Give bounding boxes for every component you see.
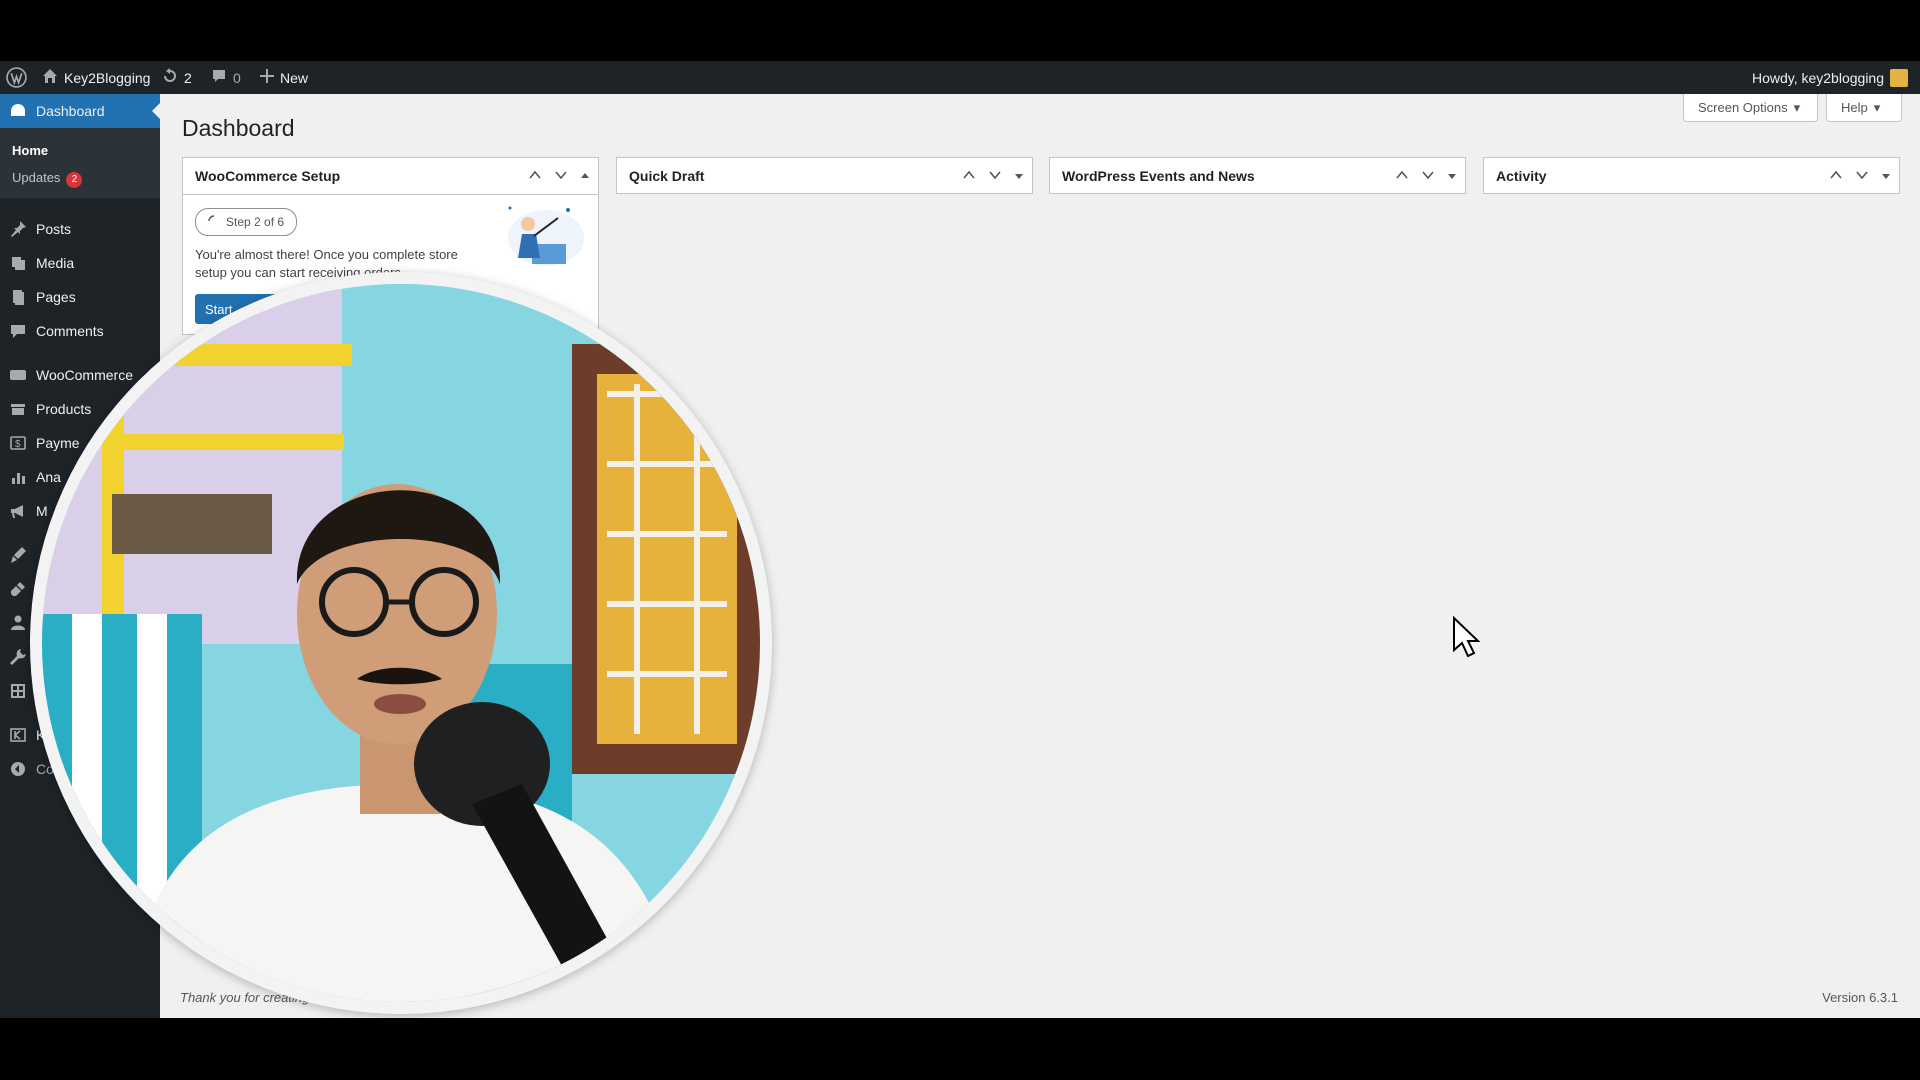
sidebar-item-label: Posts — [36, 221, 72, 237]
setup-illustration — [490, 198, 586, 275]
updates-badge: 2 — [66, 172, 83, 188]
widget-title: WordPress Events and News — [1062, 168, 1255, 184]
activity-widget: Activity — [1483, 157, 1900, 194]
sidebar-item-label: Pages — [36, 289, 76, 305]
sidebar-item-label: Payme — [36, 435, 80, 451]
move-up-icon[interactable] — [1829, 168, 1843, 185]
move-down-icon[interactable] — [1855, 168, 1869, 185]
submenu-home[interactable]: Home — [12, 143, 48, 158]
help-button[interactable]: Help ▾ — [1826, 94, 1902, 122]
woo-icon — [0, 366, 36, 384]
kadence-icon — [0, 726, 36, 744]
updates-link[interactable]: 2 — [162, 61, 192, 94]
footer-version: Version 6.3.1 — [1822, 990, 1898, 1005]
home-icon — [42, 68, 58, 87]
screen-options-button[interactable]: Screen Options ▾ — [1683, 94, 1818, 122]
widget-header: Activity — [1484, 158, 1899, 194]
move-down-icon[interactable] — [988, 168, 1002, 185]
dashboard-icon — [0, 102, 36, 120]
sidebar-item-label: Media — [36, 255, 75, 271]
products-icon — [0, 400, 36, 418]
submenu-updates[interactable]: Updates 2 — [12, 170, 83, 188]
updates-count: 2 — [184, 69, 192, 86]
sidebar-item-media[interactable]: Media — [0, 246, 160, 280]
new-content-link[interactable]: New — [260, 61, 308, 94]
help-label: Help — [1841, 100, 1868, 115]
comment-icon — [0, 322, 36, 340]
sidebar-item-comments[interactable]: Comments — [0, 314, 160, 348]
events-news-widget: WordPress Events and News — [1049, 157, 1466, 194]
step-label: Step 2 of 6 — [226, 215, 285, 229]
move-down-icon[interactable] — [554, 168, 568, 185]
comment-bubble-icon — [211, 68, 227, 87]
marketing-icon — [0, 502, 36, 520]
move-up-icon[interactable] — [1395, 168, 1409, 185]
pages-icon — [0, 288, 36, 306]
page-title: Dashboard — [182, 115, 295, 141]
current-indicator — [152, 103, 160, 119]
sidebar-item-label: WooCommerce — [36, 367, 133, 383]
collapse-icon — [0, 760, 36, 778]
toggle-panel-icon[interactable] — [580, 168, 590, 184]
sidebar-item-label: Comments — [36, 323, 104, 339]
sidebar-item-label: M — [36, 503, 48, 519]
plugins-icon — [0, 580, 36, 598]
analytics-icon — [0, 468, 36, 486]
site-name-label: Key2Blogging — [64, 69, 151, 86]
svg-text:$: $ — [15, 439, 21, 450]
webcam-overlay — [30, 272, 772, 1014]
dashboard-submenu: Home Updates 2 — [0, 128, 160, 198]
step-progress-pill: Step 2 of 6 — [195, 208, 298, 236]
sidebar-item-dashboard[interactable]: Dashboard — [0, 94, 160, 128]
admin-bar: Key2Blogging 2 0 New Howdy, key2blogging — [0, 61, 1920, 94]
widget-title: Quick Draft — [629, 168, 705, 184]
site-name-link[interactable]: Key2Blogging — [42, 61, 150, 94]
sidebar-item-posts[interactable]: Posts — [0, 212, 160, 246]
sidebar-item-label: Products — [36, 401, 92, 417]
comments-count: 0 — [233, 69, 241, 86]
wordpress-logo-icon[interactable] — [6, 61, 27, 94]
widget-header: Quick Draft — [617, 158, 1032, 194]
pin-icon — [0, 220, 36, 238]
plus-icon — [260, 69, 274, 86]
howdy-label: Howdy, key2blogging — [1751, 69, 1884, 86]
sidebar-item-pages[interactable]: Pages — [0, 280, 160, 314]
toggle-panel-icon[interactable] — [1881, 168, 1891, 184]
sidebar-item-label: Dashboard — [36, 103, 105, 119]
widget-header: WooCommerce Setup — [183, 158, 598, 195]
screen-options-label: Screen Options — [1698, 100, 1788, 115]
appearance-icon — [0, 546, 36, 564]
move-down-icon[interactable] — [1421, 168, 1435, 185]
account-menu[interactable]: Howdy, key2blogging — [1752, 61, 1908, 94]
payments-icon: $ — [0, 434, 36, 452]
widget-title: Activity — [1496, 168, 1547, 184]
caret-down-icon: ▾ — [1873, 99, 1881, 115]
media-icon — [0, 254, 36, 272]
wp-admin-screen: Key2Blogging 2 0 New Howdy, key2blogging… — [0, 61, 1920, 1018]
widget-title: WooCommerce Setup — [195, 168, 341, 184]
mouse-cursor-icon — [1452, 615, 1482, 663]
toggle-panel-icon[interactable] — [1447, 168, 1457, 184]
submenu-updates-label: Updates — [12, 170, 61, 185]
settings-icon — [0, 682, 36, 700]
comments-link[interactable]: 0 — [211, 61, 241, 94]
widget-header: WordPress Events and News — [1050, 158, 1465, 194]
presenter-video-frame — [42, 284, 760, 1002]
avatar — [1890, 68, 1908, 87]
quick-draft-widget: Quick Draft — [616, 157, 1033, 194]
sidebar-item-label: Ana — [36, 469, 61, 485]
progress-ring-icon — [208, 214, 220, 230]
move-up-icon[interactable] — [962, 168, 976, 185]
move-up-icon[interactable] — [528, 168, 542, 185]
toggle-panel-icon[interactable] — [1014, 168, 1024, 184]
new-label: New — [280, 69, 309, 86]
caret-down-icon: ▾ — [1793, 99, 1801, 115]
updates-icon — [162, 68, 178, 87]
